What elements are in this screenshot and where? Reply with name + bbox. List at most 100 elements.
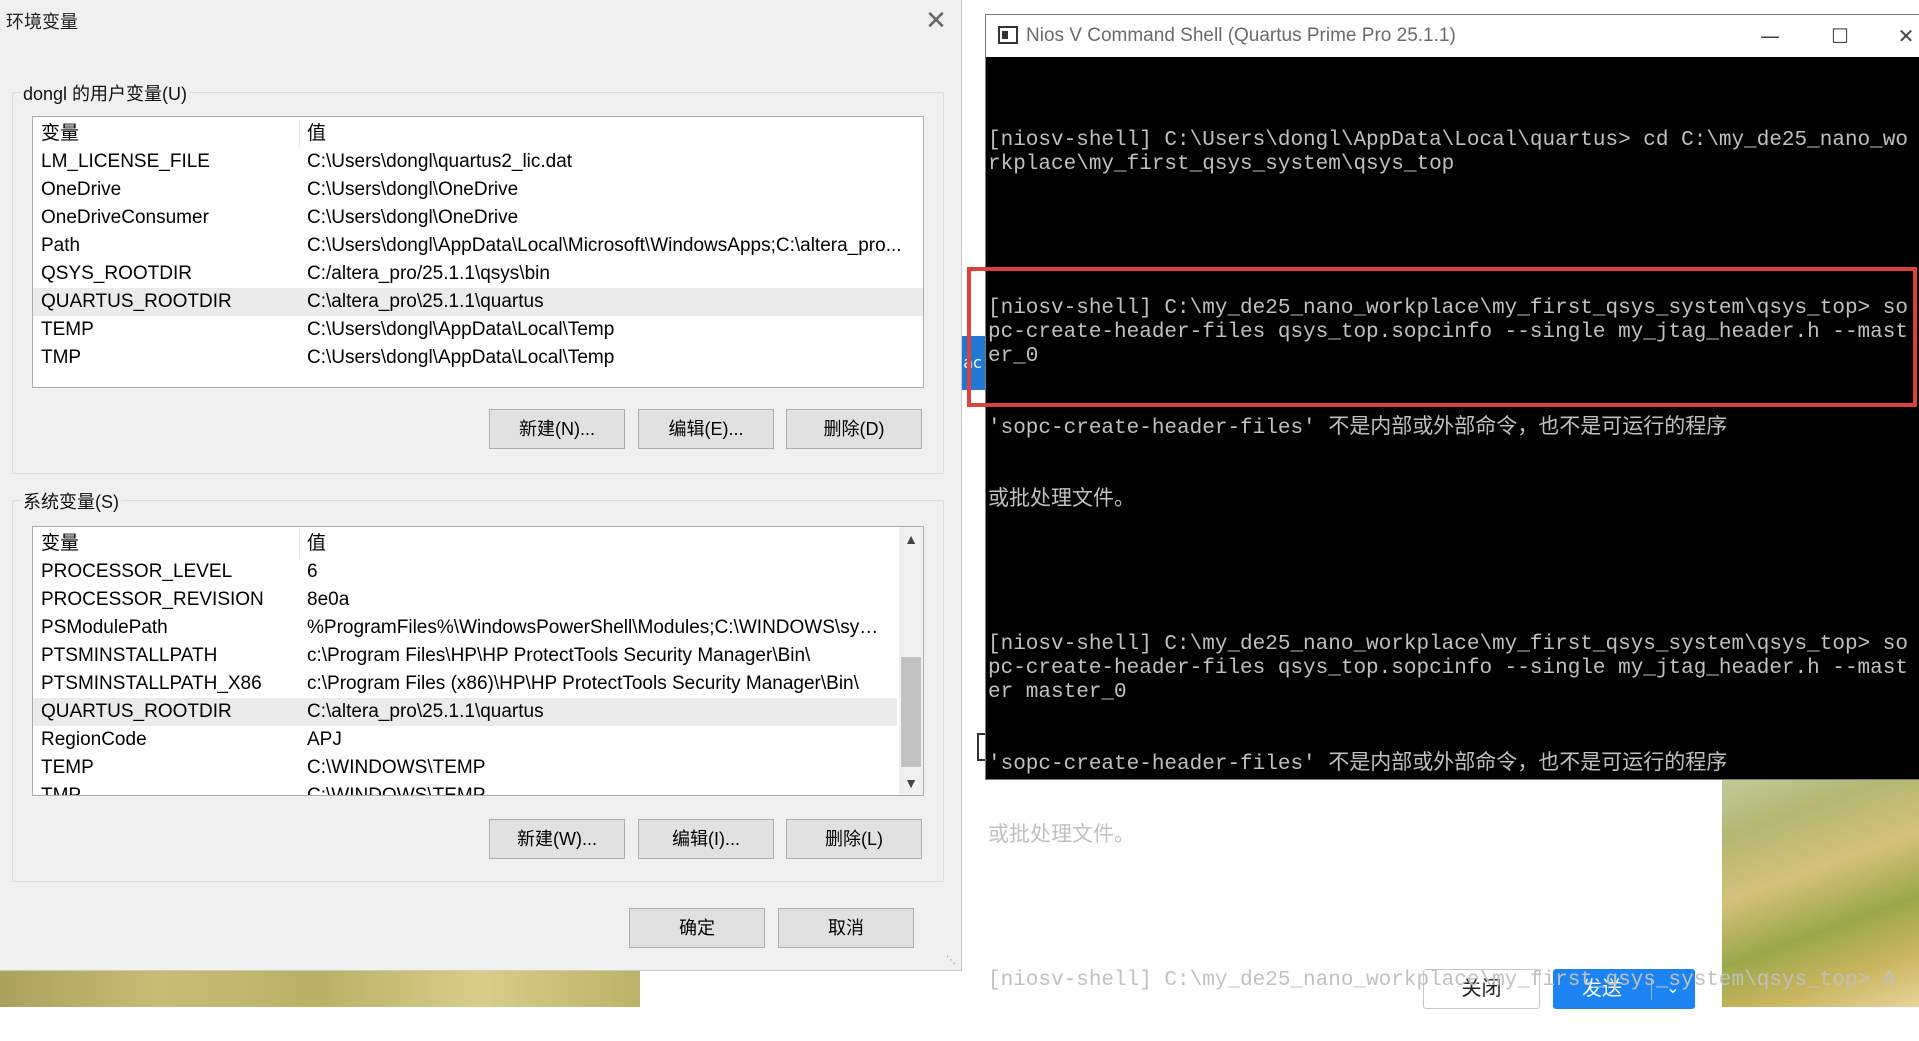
table-row[interactable]: TMP C:\Users\dongl\AppData\Local\Temp <box>33 344 923 372</box>
variable-name: LM_LICENSE_FILE <box>41 151 210 172</box>
column-header-value[interactable]: 值 <box>307 530 915 558</box>
variable-name: PSModulePath <box>41 617 168 638</box>
terminal-title: Nios V Command Shell (Quartus Prime Pro … <box>1026 25 1456 46</box>
variable-name: PROCESSOR_LEVEL <box>41 561 233 582</box>
variable-name: TEMP <box>41 319 94 340</box>
variable-value: c:\Program Files\HP\HP ProtectTools Secu… <box>307 645 811 666</box>
variable-value: 6 <box>307 561 318 582</box>
list-header: 变量 值 <box>33 120 923 148</box>
table-row[interactable]: TEMP C:\WINDOWS\TEMP <box>33 754 923 782</box>
minimize-icon[interactable]: — <box>1740 15 1800 57</box>
variable-value: C:\WINDOWS\TEMP <box>307 785 486 796</box>
terminal-line: 'sopc-create-header-files' 不是内部或外部命令，也不是… <box>988 753 1728 776</box>
table-row[interactable]: PROCESSOR_REVISION 8e0a <box>33 586 923 614</box>
variable-value: C:\Users\dongl\OneDrive <box>307 207 519 228</box>
system-variables-label: 系统变量(S) <box>21 488 121 514</box>
table-row[interactable]: RegionCode APJ <box>33 726 923 754</box>
scroll-thumb[interactable] <box>901 657 921 767</box>
terminal-line: [niosv-shell] C:\my_de25_nano_workplace\… <box>988 297 1908 368</box>
variable-name: OneDrive <box>41 179 122 200</box>
table-row[interactable]: PSModulePath %ProgramFiles%\WindowsPower… <box>33 614 923 642</box>
variable-name: Path <box>41 235 81 256</box>
environment-variables-dialog: 环境变量 ✕ dongl 的用户变量(U) 变量 值 LM_LICENSE_FI… <box>0 0 962 971</box>
variable-name: OneDriveConsumer <box>41 207 209 228</box>
system-variables-list[interactable]: 变量 值 PROCESSOR_LEVEL 6 PROCESSOR_REVISIO… <box>32 526 924 796</box>
table-row-selected[interactable]: QUARTUS_ROOTDIR C:\altera_pro\25.1.1\qua… <box>33 698 897 726</box>
terminal-prompt-line: [niosv-shell] C:\my_de25_nano_workplace\… <box>988 969 1896 992</box>
user-variables-label: dongl 的用户变量(U) <box>21 80 190 106</box>
variable-name: PROCESSOR_REVISION <box>41 589 264 610</box>
variable-name: TMP <box>41 785 82 796</box>
background-app-tab[interactable]: ac <box>960 336 985 390</box>
column-divider[interactable] <box>299 120 300 148</box>
variable-name: TEMP <box>41 757 94 778</box>
terminal-line: [niosv-shell] C:\my_de25_nano_workplace\… <box>988 633 1908 704</box>
dialog-title: 环境变量 <box>6 12 78 32</box>
list-header: 变量 值 <box>33 530 923 558</box>
table-row[interactable]: QSYS_ROOTDIR C:/altera_pro/25.1.1\qsys\b… <box>33 260 923 288</box>
table-row-selected[interactable]: QUARTUS_ROOTDIR C:\altera_pro\25.1.1\qua… <box>33 288 923 316</box>
resize-grip-icon[interactable]: ⋱ <box>946 955 958 967</box>
variable-value: c:\Program Files (x86)\HP\HP ProtectTool… <box>307 673 859 694</box>
desktop-wallpaper-bottom <box>0 965 640 1007</box>
cancel-button[interactable]: 取消 <box>778 908 914 948</box>
close-icon[interactable]: ✕ <box>916 2 956 38</box>
variable-name: TMP <box>41 347 82 368</box>
variable-name: QUARTUS_ROOTDIR <box>41 701 232 722</box>
column-header-value[interactable]: 值 <box>307 120 915 148</box>
variable-value: C:\altera_pro\25.1.1\quartus <box>307 701 544 722</box>
user-edit-button[interactable]: 编辑(E)... <box>638 409 774 449</box>
table-row[interactable]: LM_LICENSE_FILE C:\Users\dongl\quartus2_… <box>33 148 923 176</box>
variable-value: C:\Users\dongl\AppData\Local\Temp <box>307 319 615 340</box>
column-divider[interactable] <box>299 530 300 558</box>
user-delete-button[interactable]: 删除(D) <box>786 409 922 449</box>
variable-value: C:\Users\dongl\OneDrive <box>307 179 519 200</box>
ok-button[interactable]: 确定 <box>629 908 765 948</box>
terminal-line: [niosv-shell] C:\Users\dongl\AppData\Loc… <box>988 129 1908 176</box>
variable-value: C:\WINDOWS\TEMP <box>307 757 486 778</box>
table-row[interactable]: TMP C:\WINDOWS\TEMP <box>33 782 923 796</box>
variable-value: C:/altera_pro/25.1.1\qsys\bin <box>307 263 550 284</box>
table-row[interactable]: OneDrive C:\Users\dongl\OneDrive <box>33 176 923 204</box>
nios-v-command-shell-window[interactable]: Nios V Command Shell (Quartus Prime Pro … <box>985 14 1919 992</box>
table-row[interactable]: TEMP C:\Users\dongl\AppData\Local\Temp <box>33 316 923 344</box>
system-delete-button[interactable]: 删除(L) <box>786 819 922 859</box>
variable-value: C:\Users\dongl\AppData\Local\Microsoft\W… <box>307 235 902 256</box>
terminal-titlebar[interactable]: Nios V Command Shell (Quartus Prime Pro … <box>986 15 1919 57</box>
variable-name: PTSMINSTALLPATH_X86 <box>41 673 262 694</box>
table-row[interactable]: Path C:\Users\dongl\AppData\Local\Micros… <box>33 232 923 260</box>
variable-value: C:\Users\dongl\AppData\Local\Temp <box>307 347 615 368</box>
column-header-variable[interactable]: 变量 <box>41 530 79 558</box>
variable-value: 8e0a <box>307 589 350 610</box>
variable-value: C:\altera_pro\25.1.1\quartus <box>307 291 544 312</box>
table-row[interactable]: OneDriveConsumer C:\Users\dongl\OneDrive <box>33 204 923 232</box>
terminal-output[interactable]: [niosv-shell] C:\Users\dongl\AppData\Loc… <box>988 81 1916 1041</box>
scroll-up-icon[interactable]: ▲ <box>899 527 923 551</box>
variable-name: QSYS_ROOTDIR <box>41 263 192 284</box>
scroll-down-icon[interactable]: ▼ <box>899 771 923 795</box>
terminal-line: 或批处理文件。 <box>988 825 1135 848</box>
variable-name: PTSMINSTALLPATH <box>41 645 218 666</box>
vertical-scrollbar[interactable]: ▲ ▼ <box>899 527 923 795</box>
variable-value: %ProgramFiles%\WindowsPowerShell\Modules… <box>307 617 887 638</box>
table-row[interactable]: PTSMINSTALLPATH c:\Program Files\HP\HP P… <box>33 642 923 670</box>
maximize-icon[interactable]: ☐ <box>1810 15 1870 57</box>
system-new-button[interactable]: 新建(W)... <box>489 819 625 859</box>
user-new-button[interactable]: 新建(N)... <box>489 409 625 449</box>
close-icon[interactable]: ✕ <box>1876 15 1919 57</box>
terminal-line: 'sopc-create-header-files' 不是内部或外部命令，也不是… <box>988 417 1728 440</box>
variable-value: APJ <box>307 729 342 750</box>
console-icon <box>998 26 1018 44</box>
table-row[interactable]: PTSMINSTALLPATH_X86 c:\Program Files (x8… <box>33 670 923 698</box>
variable-name: RegionCode <box>41 729 147 750</box>
variable-name: QUARTUS_ROOTDIR <box>41 291 232 312</box>
system-edit-button[interactable]: 编辑(I)... <box>638 819 774 859</box>
terminal-line: 或批处理文件。 <box>988 489 1135 512</box>
user-variables-list[interactable]: 变量 值 LM_LICENSE_FILE C:\Users\dongl\quar… <box>32 116 924 388</box>
table-row[interactable]: PROCESSOR_LEVEL 6 <box>33 558 923 586</box>
variable-value: C:\Users\dongl\quartus2_lic.dat <box>307 151 573 172</box>
column-header-variable[interactable]: 变量 <box>41 120 79 148</box>
